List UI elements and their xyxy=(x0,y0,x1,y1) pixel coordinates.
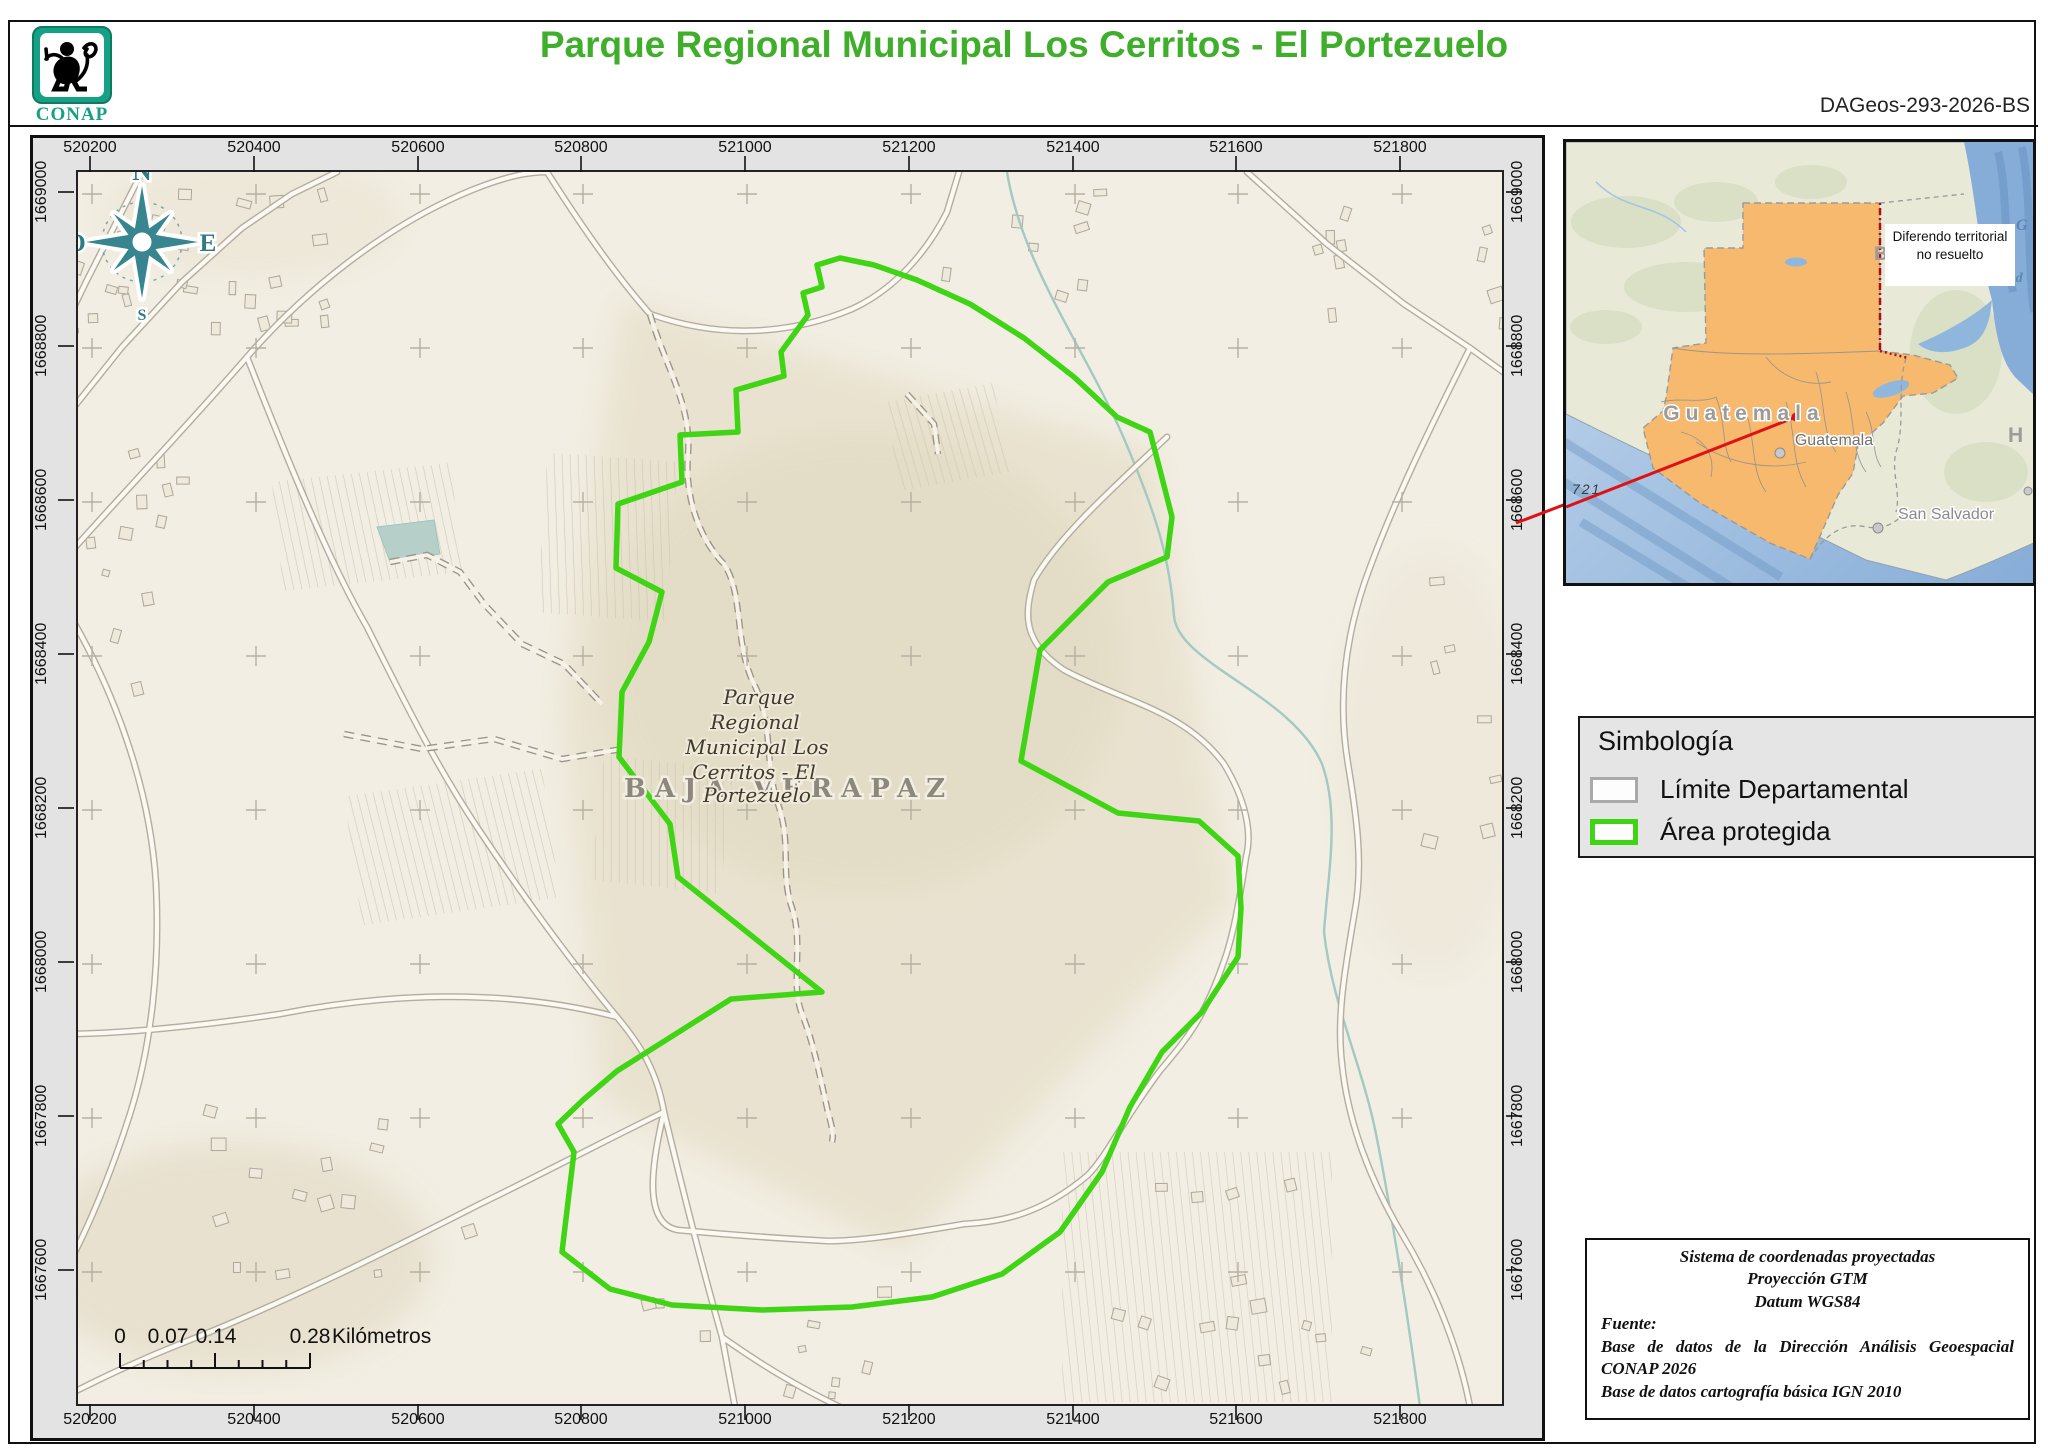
axis-tick-label: 521800 xyxy=(1360,1411,1440,1429)
ocean-label-g: G xyxy=(2016,217,2028,234)
park-label-line: Municipal Los xyxy=(684,735,828,759)
axis-tick-label: 1668200 xyxy=(33,763,57,853)
axis-tick-label: 521200 xyxy=(869,1411,949,1429)
axis-tick-label: 521400 xyxy=(1033,1411,1113,1429)
compass-west-label: O xyxy=(78,230,86,257)
compass-north-label: N xyxy=(132,172,152,186)
document-id: DAGeos-293-2026-BS xyxy=(1820,94,2030,118)
axis-tick-label: 1668000 xyxy=(1509,917,1533,1007)
axis-tick-label: 1668000 xyxy=(33,917,57,1007)
axis-tick-label: 521000 xyxy=(705,1411,785,1429)
compass-south-label: S xyxy=(138,307,147,324)
source-info-box: Sistema de coordenadas proyectadas Proye… xyxy=(1585,1238,2030,1420)
axis-tick-label: 521600 xyxy=(1196,1411,1276,1429)
legend-item-label: Área protegida xyxy=(1660,816,1831,847)
park-label-line: Cerritos - El xyxy=(692,760,815,784)
lake-peten-itza xyxy=(1785,258,1807,267)
axis-tick-label: 521600 xyxy=(1196,139,1276,157)
scale-label: 0.28 xyxy=(290,1325,331,1348)
scale-label: 0.07 xyxy=(148,1325,189,1348)
datum-line: Datum WGS84 xyxy=(1601,1291,2014,1313)
inset-country-label: Guatemala xyxy=(1663,402,1824,425)
axis-tick-label: 1668600 xyxy=(1509,455,1533,545)
axis-tick-label: 520400 xyxy=(214,1411,294,1429)
scale-label: 0.14 xyxy=(196,1325,237,1348)
axis-tick-label: 1668400 xyxy=(33,609,57,699)
axis-tick-label: 1667800 xyxy=(33,1071,57,1161)
axis-tick-label: 521200 xyxy=(869,139,949,157)
legend: Simbología Límite Departamental Área pro… xyxy=(1578,716,2036,858)
axis-tick-label: 520800 xyxy=(541,139,621,157)
axis-tick-label: 520600 xyxy=(378,139,458,157)
crs-line: Sistema de coordenadas proyectadas xyxy=(1601,1246,2014,1268)
san-salvador-dot xyxy=(1873,523,1883,533)
axis-tick-label: 1667800 xyxy=(1509,1071,1533,1161)
axis-tick-label: 1668200 xyxy=(1509,763,1533,853)
park-label-line: Portezuelo xyxy=(702,783,811,807)
compass-east-label: E xyxy=(200,230,217,257)
axis-tick-label: 521800 xyxy=(1360,139,1440,157)
axis-tick-label: 520800 xyxy=(541,1411,621,1429)
territorial-dispute-note: Diferendo territorial no resuelto xyxy=(1885,224,2015,286)
main-map: BAJA VERAPAZ Parque Regional Municipal L… xyxy=(76,170,1504,1406)
inset-capital-label: Guatemala xyxy=(1795,432,1873,449)
legend-item-departmental: Límite Departamental xyxy=(1590,774,1909,805)
source-line: Base de datos de la Dirección Análisis G… xyxy=(1601,1336,2014,1381)
depth-label: 721 xyxy=(1572,481,1601,497)
axis-tick-label: 520200 xyxy=(50,1411,130,1429)
axis-tick-label: 1667600 xyxy=(1509,1225,1533,1315)
axis-tick-label: 1667600 xyxy=(33,1225,57,1315)
protected-area-swatch xyxy=(1590,819,1638,845)
projection-line: Proyección GTM xyxy=(1601,1268,2014,1290)
axis-tick-label: 1668800 xyxy=(33,301,57,391)
source-line: Base de datos cartografía básica IGN 201… xyxy=(1601,1381,2014,1403)
scale-unit-label: Kilómetros xyxy=(332,1325,431,1348)
park-label-line: Parque xyxy=(722,685,795,709)
axis-tick-label: 1668600 xyxy=(33,455,57,545)
conap-logo-text: CONAP xyxy=(24,104,120,126)
axis-tick-label: 520200 xyxy=(50,139,130,157)
city-dot xyxy=(2024,487,2032,495)
axis-tick-label: 1669000 xyxy=(33,147,57,237)
axis-tick-label: 521000 xyxy=(705,139,785,157)
park-label-line: Regional xyxy=(709,710,799,734)
departmental-boundary-swatch xyxy=(1590,777,1638,803)
page-title: Parque Regional Municipal Los Cerritos -… xyxy=(0,24,2048,66)
legend-item-protected: Área protegida xyxy=(1590,816,1831,847)
source-label: Fuente: xyxy=(1601,1313,2014,1335)
honduras-label-fragment: H o xyxy=(2008,424,2036,447)
capital-city-dot xyxy=(1775,448,1785,458)
axis-tick-label: 520600 xyxy=(378,1411,458,1429)
header-divider xyxy=(8,125,2038,127)
legend-title: Simbología xyxy=(1598,726,1733,757)
axis-tick-label: 520400 xyxy=(214,139,294,157)
axis-tick-label: 1669000 xyxy=(1509,147,1533,237)
inset-san-salvador-label: San Salvador xyxy=(1898,506,1995,523)
axis-tick-label: 1668400 xyxy=(1509,609,1533,699)
inset-location-map: B G Hond Guatemala Guatemala San Salvado… xyxy=(1563,139,2036,586)
legend-item-label: Límite Departamental xyxy=(1660,774,1909,805)
axis-tick-label: 1668800 xyxy=(1509,301,1533,391)
axis-tick-label: 521400 xyxy=(1033,139,1113,157)
map-sheet: CONAP Parque Regional Municipal Los Cerr… xyxy=(0,0,2048,1452)
scale-label: 0 xyxy=(114,1325,126,1348)
